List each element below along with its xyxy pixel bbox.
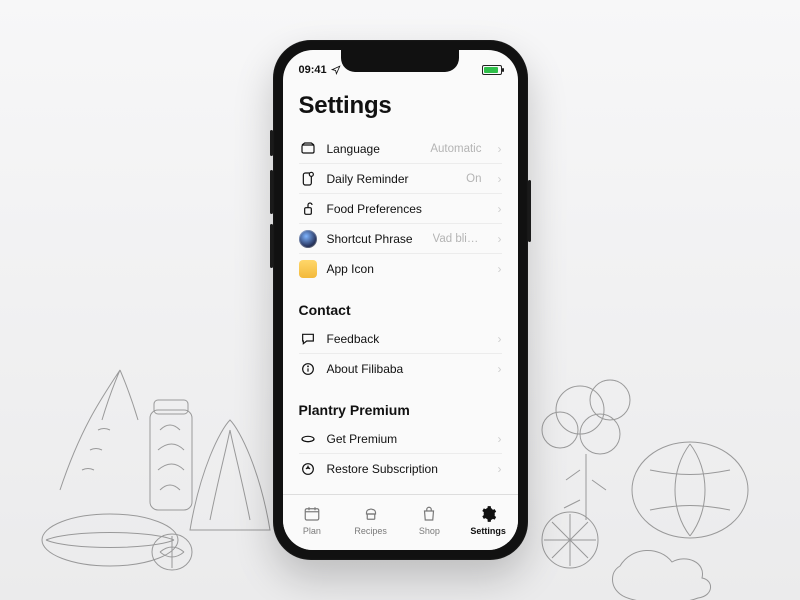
gear-icon (478, 504, 498, 524)
chevron-right-icon: › (498, 462, 502, 476)
tab-plan[interactable]: Plan (283, 495, 342, 544)
chevron-right-icon: › (498, 232, 502, 246)
restore-icon (299, 461, 317, 477)
chevron-right-icon: › (498, 432, 502, 446)
reminder-icon (299, 171, 317, 187)
chevron-right-icon: › (498, 142, 502, 156)
chevron-right-icon: › (498, 202, 502, 216)
row-label: App Icon (327, 262, 374, 276)
row-about[interactable]: About Filibaba › (299, 354, 502, 384)
tab-label: Recipes (354, 526, 387, 536)
chevron-right-icon: › (498, 362, 502, 376)
siri-icon (299, 230, 317, 248)
premium-icon (299, 431, 317, 447)
chevron-right-icon: › (498, 332, 502, 346)
row-language[interactable]: Language Automatic › (299, 134, 502, 164)
row-get-premium[interactable]: Get Premium › (299, 424, 502, 454)
row-label: Restore Subscription (327, 462, 438, 476)
row-shortcut-phrase[interactable]: Shortcut Phrase Vad blir det… › (299, 224, 502, 254)
device-frame: 09:41 Settings Language Automatic › (273, 40, 528, 560)
notch (341, 50, 459, 72)
row-label: Shortcut Phrase (327, 232, 413, 246)
app-icon-icon (299, 260, 317, 278)
chef-icon (361, 504, 381, 524)
screen: 09:41 Settings Language Automatic › (283, 50, 518, 550)
language-icon (299, 141, 317, 157)
page-title: Settings (299, 92, 502, 120)
preferences-icon (299, 201, 317, 217)
row-label: Daily Reminder (327, 172, 409, 186)
tab-label: Settings (470, 526, 506, 536)
calendar-icon (302, 504, 322, 524)
row-value: On (466, 173, 481, 185)
row-app-icon[interactable]: App Icon › (299, 254, 502, 284)
info-icon (299, 361, 317, 377)
tab-label: Plan (303, 526, 321, 536)
row-feedback[interactable]: Feedback › (299, 324, 502, 354)
tab-bar: Plan Recipes Shop Settings (283, 494, 518, 550)
row-label: Get Premium (327, 432, 398, 446)
section-title-contact: Contact (299, 302, 502, 318)
row-label: About Filibaba (327, 362, 404, 376)
tab-recipes[interactable]: Recipes (341, 495, 400, 544)
row-food-preferences[interactable]: Food Preferences › (299, 194, 502, 224)
bag-icon (419, 504, 439, 524)
tab-settings[interactable]: Settings (459, 495, 518, 544)
content-scroll[interactable]: Settings Language Automatic › Daily R (283, 84, 518, 494)
battery-icon (482, 65, 502, 75)
row-label: Feedback (327, 332, 380, 346)
tab-shop[interactable]: Shop (400, 495, 459, 544)
row-daily-reminder[interactable]: Daily Reminder On › (299, 164, 502, 194)
feedback-icon (299, 331, 317, 347)
row-restore-subscription[interactable]: Restore Subscription › (299, 454, 502, 484)
chevron-right-icon: › (498, 172, 502, 186)
section-contact: Feedback › About Filibaba › (299, 324, 502, 384)
location-icon (331, 65, 341, 75)
tab-label: Shop (419, 526, 440, 536)
section-premium: Get Premium › Restore Subscription › (299, 424, 502, 484)
section-main: Language Automatic › Daily Reminder On › (299, 134, 502, 284)
row-label: Food Preferences (327, 202, 422, 216)
chevron-right-icon: › (498, 262, 502, 276)
row-value: Automatic (430, 143, 481, 155)
row-label: Language (327, 142, 380, 156)
status-time: 09:41 (299, 64, 327, 76)
row-value: Vad blir det… (433, 233, 482, 245)
section-title-premium: Plantry Premium (299, 402, 502, 418)
